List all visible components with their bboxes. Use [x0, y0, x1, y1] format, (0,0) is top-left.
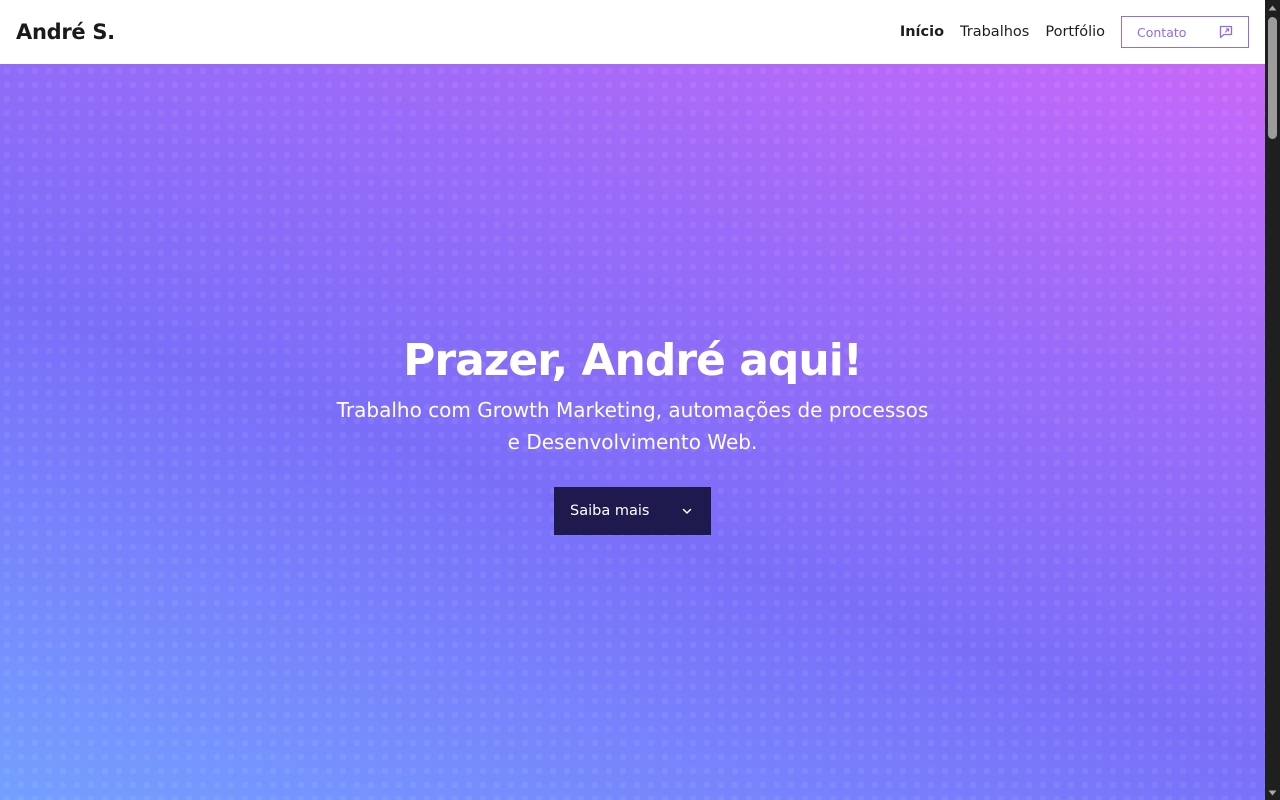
contact-button-label: Contato — [1137, 24, 1187, 40]
learn-more-label: Saiba mais — [570, 503, 650, 519]
viewport: André S. Início Trabalhos Portfólio Cont… — [0, 0, 1265, 800]
contact-button[interactable]: Contato — [1121, 16, 1249, 48]
hero-title: Prazer, André aqui! — [403, 335, 863, 386]
hero-subtitle-line-2: e Desenvolvimento Web. — [507, 430, 758, 454]
site-header: André S. Início Trabalhos Portfólio Cont… — [0, 0, 1265, 64]
hero-content: Prazer, André aqui! Trabalho com Growth … — [0, 334, 1265, 535]
page-scrollbar[interactable] — [1265, 0, 1280, 800]
page: André S. Início Trabalhos Portfólio Cont… — [0, 0, 1280, 800]
hero-section: Prazer, André aqui! Trabalho com Growth … — [0, 64, 1265, 800]
chat-icon — [1219, 25, 1233, 39]
scroll-down-arrow[interactable] — [1265, 785, 1280, 800]
nav-link-inicio[interactable]: Início — [900, 24, 944, 40]
nav-link-portfolio[interactable]: Portfólio — [1045, 24, 1105, 40]
hero-subtitle: Trabalho com Growth Marketing, automaçõe… — [303, 394, 963, 458]
chevron-down-icon — [682, 508, 692, 514]
scrollbar-thumb[interactable] — [1268, 17, 1277, 139]
hero-subtitle-line-1: Trabalho com Growth Marketing, automaçõe… — [336, 398, 929, 422]
learn-more-button[interactable]: Saiba mais — [554, 487, 711, 535]
main-nav: Início Trabalhos Portfólio Contato — [900, 16, 1249, 48]
scroll-up-arrow[interactable] — [1265, 0, 1280, 15]
brand-logo[interactable]: André S. — [16, 20, 115, 44]
scroll-up-arrow-icon — [1268, 5, 1277, 10]
scroll-down-arrow-icon — [1268, 790, 1277, 795]
nav-link-trabalhos[interactable]: Trabalhos — [960, 24, 1029, 40]
